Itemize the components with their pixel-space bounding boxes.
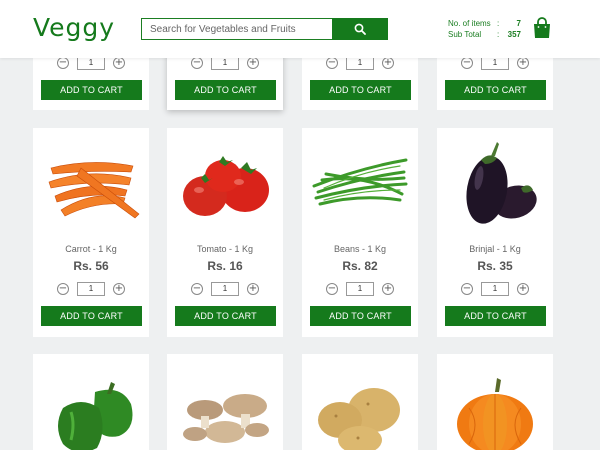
cart-summary: No. of items : 7 Sub Total : 357 <box>446 18 526 40</box>
add-to-cart-button[interactable]: ADD TO CART <box>445 306 546 326</box>
tomato-image <box>183 156 269 216</box>
shopping-bag-icon[interactable] <box>532 17 552 39</box>
add-to-cart-button[interactable]: ADD TO CART <box>445 80 546 100</box>
quantity-stepper: − 1 + <box>326 282 394 296</box>
add-to-cart-button[interactable]: ADD TO CART <box>41 80 142 100</box>
decrease-quantity-button[interactable]: − <box>461 57 473 69</box>
increase-quantity-button[interactable]: + <box>113 283 125 295</box>
decrease-quantity-button[interactable]: − <box>191 57 203 69</box>
brinjal-image <box>466 142 537 224</box>
product-name: Tomato - 1 Kg <box>196 244 254 254</box>
decrease-quantity-button[interactable]: − <box>57 283 69 295</box>
increase-quantity-button[interactable]: + <box>517 283 529 295</box>
increase-quantity-button[interactable]: + <box>113 57 125 69</box>
decrease-quantity-button[interactable]: − <box>326 283 338 295</box>
items-count-value: 7 <box>516 19 521 28</box>
product-name: Beans - 1 Kg <box>333 244 387 254</box>
product-card-capsicum <box>33 354 149 450</box>
quantity-input[interactable]: 1 <box>346 56 374 70</box>
product-card-mushroom <box>167 354 283 450</box>
items-count-label: No. of items <box>448 19 491 28</box>
add-to-cart-button[interactable]: ADD TO CART <box>310 80 411 100</box>
quantity-stepper: − 1 + <box>461 56 529 70</box>
product-name: Carrot - 1 Kg <box>65 244 117 254</box>
quantity-input[interactable]: 1 <box>481 282 509 296</box>
product-name: Brinjal - 1 Kg <box>469 244 521 254</box>
product-card-carrot: Carrot - 1 Kg Rs. 56 − 1 + ADD TO CART <box>33 128 149 337</box>
quantity-input[interactable]: 1 <box>346 282 374 296</box>
pumpkin-image <box>457 378 533 450</box>
carrot-image <box>48 162 140 219</box>
items-count-row: No. of items : 7 <box>446 18 526 29</box>
decrease-quantity-button[interactable]: − <box>57 57 69 69</box>
header: Veggy No. of items : 7 Sub Total : 357 <box>0 0 600 58</box>
quantity-stepper: − 1 + <box>191 282 259 296</box>
quantity-input[interactable]: 1 <box>77 282 105 296</box>
subtotal-row: Sub Total : 357 <box>446 29 526 40</box>
quantity-stepper: − 1 + <box>326 56 394 70</box>
potato-image <box>318 388 400 450</box>
increase-quantity-button[interactable]: + <box>382 57 394 69</box>
product-card-tomato: Tomato - 1 Kg Rs. 16 − 1 + ADD TO CART <box>167 128 283 337</box>
separator: : <box>497 19 500 28</box>
quantity-input[interactable]: 1 <box>211 56 239 70</box>
quantity-input[interactable]: 1 <box>77 56 105 70</box>
search-bar <box>141 18 388 40</box>
search-icon <box>354 23 366 35</box>
increase-quantity-button[interactable]: + <box>382 283 394 295</box>
quantity-stepper: − 1 + <box>57 282 125 296</box>
decrease-quantity-button[interactable]: − <box>191 283 203 295</box>
capsicum-image <box>58 382 133 450</box>
increase-quantity-button[interactable]: + <box>247 283 259 295</box>
increase-quantity-button[interactable]: + <box>517 57 529 69</box>
decrease-quantity-button[interactable]: − <box>461 283 473 295</box>
product-card-beans: Beans - 1 Kg Rs. 82 − 1 + ADD TO CART <box>302 128 418 337</box>
search-button[interactable] <box>332 18 388 40</box>
mushroom-image <box>183 394 269 443</box>
add-to-cart-button[interactable]: ADD TO CART <box>175 80 276 100</box>
quantity-stepper: − 1 + <box>191 56 259 70</box>
product-card-brinjal: Brinjal - 1 Kg Rs. 35 − 1 + ADD TO CART <box>437 128 553 337</box>
product-price: Rs. 56 <box>73 259 109 273</box>
product-card-pumpkin <box>437 354 553 450</box>
product-price: Rs. 16 <box>207 259 243 273</box>
quantity-stepper: − 1 + <box>57 56 125 70</box>
separator: : <box>497 30 500 39</box>
subtotal-label: Sub Total <box>448 30 482 39</box>
increase-quantity-button[interactable]: + <box>247 57 259 69</box>
logo[interactable]: Veggy <box>33 13 115 42</box>
add-to-cart-button[interactable]: ADD TO CART <box>41 306 142 326</box>
beans-image <box>312 158 408 206</box>
quantity-stepper: − 1 + <box>461 282 529 296</box>
add-to-cart-button[interactable]: ADD TO CART <box>175 306 276 326</box>
quantity-input[interactable]: 1 <box>211 282 239 296</box>
subtotal-value: 357 <box>507 30 521 39</box>
quantity-input[interactable]: 1 <box>481 56 509 70</box>
product-price: Rs. 82 <box>342 259 378 273</box>
search-input[interactable] <box>141 18 332 40</box>
product-card-potato <box>302 354 418 450</box>
add-to-cart-button[interactable]: ADD TO CART <box>310 306 411 326</box>
product-price: Rs. 35 <box>477 259 513 273</box>
decrease-quantity-button[interactable]: − <box>326 57 338 69</box>
